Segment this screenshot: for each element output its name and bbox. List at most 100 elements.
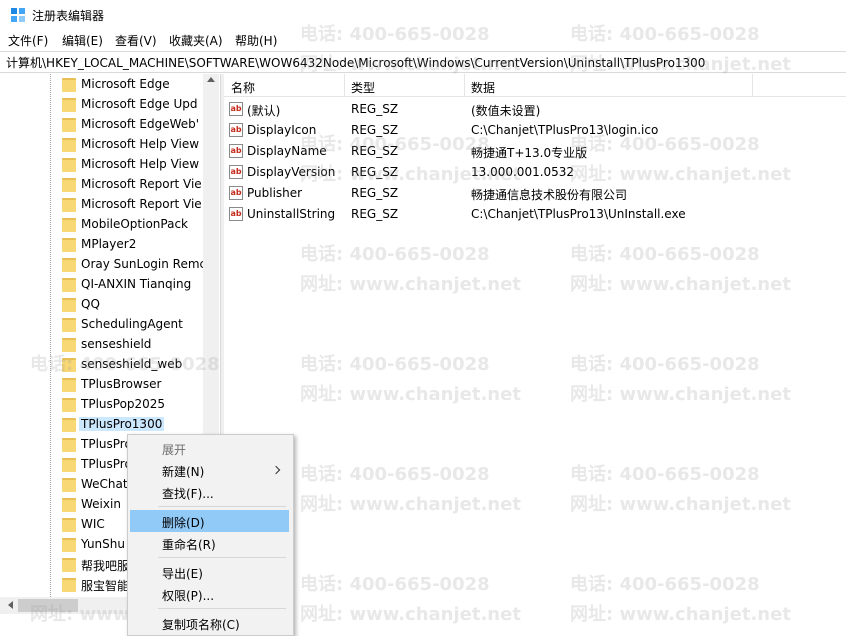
- context-menu-copy-key-name[interactable]: 复制项名称(C): [130, 612, 289, 634]
- menu-file[interactable]: 文件(F): [8, 32, 48, 49]
- string-value-icon: ab: [229, 144, 243, 158]
- column-divider[interactable]: [464, 74, 465, 96]
- table-row[interactable]: ab DisplayName REG_SZ 畅捷通T+13.0专业版: [224, 141, 846, 162]
- tree-item-label: Microsoft EdgeWeb': [81, 117, 200, 131]
- context-menu-export[interactable]: 导出(E): [130, 561, 289, 583]
- context-menu-delete[interactable]: 删除(D): [130, 510, 289, 532]
- folder-icon: [62, 478, 76, 492]
- folder-icon: [62, 578, 76, 592]
- tree-item-label: Microsoft Help View: [81, 157, 200, 171]
- value-name: DisplayName: [247, 144, 327, 158]
- tree-item[interactable]: Microsoft Report Vie: [58, 175, 208, 195]
- tree-connector-line: [50, 74, 51, 599]
- tree-item-label: WIC: [81, 517, 105, 531]
- menu-item-label: 权限(P)...: [162, 589, 215, 603]
- tree-item-label: TPlusPop2025: [81, 397, 166, 411]
- tree-item[interactable]: senseshield: [58, 335, 208, 355]
- tree-item-label: senseshield_web: [81, 357, 183, 371]
- value-type: REG_SZ: [351, 102, 399, 116]
- tree-item-label: senseshield: [81, 337, 152, 351]
- string-value-icon: ab: [229, 165, 243, 179]
- tree-item[interactable]: Microsoft Edge Upd: [58, 95, 208, 115]
- tree-item[interactable]: Microsoft Report Vie: [58, 195, 208, 215]
- menu-item-label: 删除(D): [162, 516, 205, 530]
- string-value-icon: ab: [229, 186, 243, 200]
- context-menu-find[interactable]: 查找(F)...: [130, 481, 289, 503]
- tree-item-label: TPlusPro1300: [79, 417, 165, 431]
- tree-item[interactable]: MobileOptionPack: [58, 215, 208, 235]
- table-row[interactable]: ab DisplayVersion REG_SZ 13.000.001.0532: [224, 162, 846, 183]
- tree-item-label: Weixin: [81, 497, 121, 511]
- menu-favorites[interactable]: 收藏夹(A): [169, 32, 223, 49]
- folder-icon: [62, 98, 76, 112]
- context-menu-expand[interactable]: 展开: [130, 437, 289, 459]
- tree-item-label: QI-ANXIN Tianqing: [81, 277, 192, 291]
- context-menu-rename[interactable]: 重命名(R): [130, 532, 289, 554]
- value-data: 畅捷通信息技术股份有限公司: [471, 188, 628, 202]
- folder-icon: [62, 318, 76, 332]
- value-name: DisplayVersion: [247, 165, 336, 179]
- value-name: DisplayIcon: [247, 123, 317, 137]
- value-data: 13.000.001.0532: [471, 165, 575, 179]
- context-menu-new[interactable]: 新建(N): [130, 459, 289, 481]
- value-name: UninstallString: [247, 207, 336, 221]
- table-row[interactable]: ab DisplayIcon REG_SZ C:\Chanjet\TPlusPr…: [224, 120, 846, 141]
- window-title: 注册表编辑器: [32, 9, 105, 23]
- context-menu-permissions[interactable]: 权限(P)...: [130, 583, 289, 605]
- folder-icon: [62, 78, 76, 92]
- tree-item[interactable]: QQ: [58, 295, 208, 315]
- tree-item[interactable]: TPlusPop2025: [58, 395, 208, 415]
- menu-edit[interactable]: 编辑(E): [62, 32, 103, 49]
- column-header-data[interactable]: 数据: [471, 79, 495, 96]
- tree-item[interactable]: Microsoft Edge: [58, 75, 208, 95]
- tree-item[interactable]: SchedulingAgent: [58, 315, 208, 335]
- folder-icon: [62, 558, 76, 572]
- column-header-type[interactable]: 类型: [351, 79, 375, 96]
- tree-item[interactable]: Microsoft Help View: [58, 135, 208, 155]
- column-divider[interactable]: [344, 74, 345, 96]
- tree-item[interactable]: MPlayer2: [58, 235, 208, 255]
- tree-item[interactable]: QI-ANXIN Tianqing: [58, 275, 208, 295]
- tree-item[interactable]: TPlusBrowser: [58, 375, 208, 395]
- tree-item-label: Microsoft Edge: [81, 77, 170, 91]
- tree-item-label: Microsoft Help View: [81, 137, 200, 151]
- menu-separator: [158, 608, 286, 609]
- folder-icon: [62, 138, 76, 152]
- column-divider[interactable]: [752, 74, 753, 96]
- folder-icon: [62, 298, 76, 312]
- scroll-thumb[interactable]: [18, 599, 78, 612]
- column-header-name[interactable]: 名称: [231, 79, 255, 96]
- folder-icon: [62, 398, 76, 412]
- scroll-up-arrow-icon[interactable]: [207, 77, 215, 82]
- scroll-left-arrow-icon[interactable]: [8, 601, 13, 609]
- menu-item-label: 重命名(R): [162, 538, 216, 552]
- tree-item-selected[interactable]: TPlusPro1300: [58, 415, 208, 435]
- value-data: (数值未设置): [471, 104, 541, 118]
- list-header: 名称 类型 数据: [224, 74, 846, 97]
- string-value-icon: ab: [229, 207, 243, 221]
- tree-item-label: TPlusBrowser: [81, 377, 162, 391]
- menu-help[interactable]: 帮助(H): [235, 32, 277, 49]
- title-bar: 注册表编辑器: [0, 0, 846, 30]
- tree-item[interactable]: Microsoft Help View: [58, 155, 208, 175]
- tree-item-label: MPlayer2: [81, 237, 137, 251]
- menu-separator: [158, 506, 286, 507]
- tree-item-label: TPlusPro: [81, 457, 132, 471]
- folder-icon: [62, 158, 76, 172]
- folder-icon: [62, 238, 76, 252]
- folder-icon: [62, 438, 76, 452]
- tree-item[interactable]: Microsoft EdgeWeb': [58, 115, 208, 135]
- table-row[interactable]: ab UninstallString REG_SZ C:\Chanjet\TPl…: [224, 204, 846, 225]
- menu-item-label: 新建(N): [162, 465, 205, 479]
- menu-view[interactable]: 查看(V): [115, 32, 157, 49]
- tree-item[interactable]: Oray SunLogin Remc: [58, 255, 208, 275]
- folder-icon: [62, 538, 76, 552]
- folder-icon: [62, 218, 76, 232]
- tree-item[interactable]: senseshield_web: [58, 355, 208, 375]
- value-type: REG_SZ: [351, 123, 399, 137]
- folder-icon: [62, 358, 76, 372]
- address-bar[interactable]: 计算机\HKEY_LOCAL_MACHINE\SOFTWARE\WOW6432N…: [0, 51, 846, 73]
- table-row[interactable]: ab Publisher REG_SZ 畅捷通信息技术股份有限公司: [224, 183, 846, 204]
- address-path[interactable]: 计算机\HKEY_LOCAL_MACHINE\SOFTWARE\WOW6432N…: [6, 54, 705, 71]
- table-row[interactable]: ab (默认) REG_SZ (数值未设置): [224, 99, 846, 120]
